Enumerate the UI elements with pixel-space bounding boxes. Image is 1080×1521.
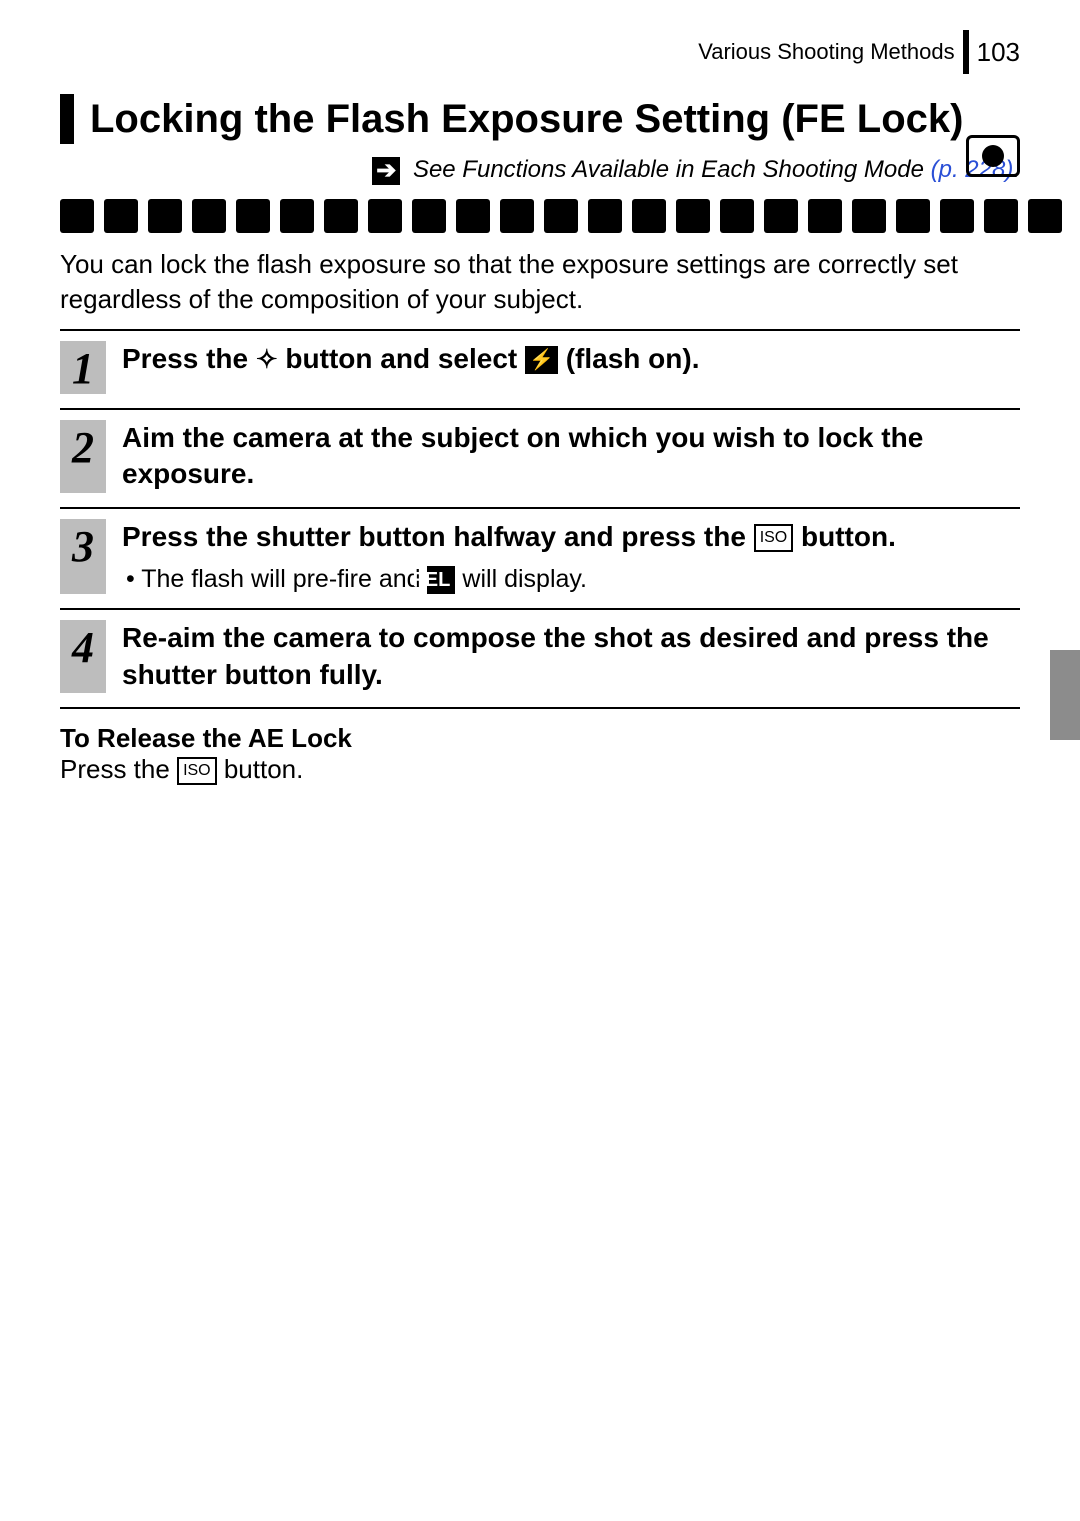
shooting-mode-icons-row bbox=[60, 199, 1020, 233]
step3-sub-post: will display. bbox=[455, 565, 587, 593]
shooting-mode-icon bbox=[984, 199, 1018, 233]
camera-mode-icon bbox=[966, 135, 1020, 177]
flash-on-icon: ⚡ bbox=[525, 346, 558, 374]
step-title: Re-aim the camera to compose the shot as… bbox=[122, 620, 1020, 693]
shooting-mode-icon bbox=[720, 199, 754, 233]
manual-page: Various Shooting Methods 103 Locking the… bbox=[0, 0, 1080, 845]
step-body: Re-aim the camera to compose the shot as… bbox=[122, 620, 1020, 693]
shooting-mode-icon bbox=[676, 199, 710, 233]
page-number: 103 bbox=[977, 37, 1020, 68]
iso-button-icon: ISO bbox=[177, 757, 217, 785]
shooting-mode-icon bbox=[412, 199, 446, 233]
step-number: 1 bbox=[60, 341, 106, 394]
section-thumb-tab bbox=[1050, 650, 1080, 740]
step3-post: button. bbox=[793, 521, 896, 552]
shooting-mode-icon bbox=[852, 199, 886, 233]
page-title: Locking the Flash Exposure Setting (FE L… bbox=[90, 94, 1020, 144]
title-accent-bar bbox=[60, 94, 74, 144]
release-pre: Press the bbox=[60, 754, 177, 784]
step-row: 3 Press the shutter button halfway and p… bbox=[60, 509, 1020, 611]
shooting-mode-icon bbox=[192, 199, 226, 233]
shooting-mode-icon bbox=[60, 199, 94, 233]
step-body: Aim the camera at the subject on which y… bbox=[122, 420, 1020, 493]
header-separator bbox=[963, 30, 969, 74]
step-body: Press the shutter button halfway and pre… bbox=[122, 519, 1020, 595]
release-title: To Release the AE Lock bbox=[60, 723, 1020, 754]
shooting-mode-icon bbox=[808, 199, 842, 233]
step-row: 2 Aim the camera at the subject on which… bbox=[60, 410, 1020, 509]
step-title: Aim the camera at the subject on which y… bbox=[122, 420, 1020, 493]
step3-sub-pre: The flash will pre-fire and bbox=[141, 565, 427, 593]
step1-post: (flash on). bbox=[558, 343, 700, 374]
page-header: Various Shooting Methods 103 bbox=[60, 30, 1020, 74]
step-substep: The flash will pre-fire and FEL will dis… bbox=[122, 565, 1020, 594]
step-body: Press the ✧ button and select ⚡ (flash o… bbox=[122, 341, 1020, 394]
shooting-mode-icon bbox=[896, 199, 930, 233]
see-also-text: See Functions Available in Each Shooting… bbox=[413, 156, 924, 183]
shooting-mode-icon bbox=[324, 199, 358, 233]
shooting-mode-icon bbox=[456, 199, 490, 233]
release-block: To Release the AE Lock Press the ISO but… bbox=[60, 723, 1020, 785]
shooting-mode-icon bbox=[236, 199, 270, 233]
shooting-mode-icon bbox=[500, 199, 534, 233]
shooting-mode-icon bbox=[104, 199, 138, 233]
title-block: Locking the Flash Exposure Setting (FE L… bbox=[60, 94, 1020, 144]
step-number: 2 bbox=[60, 420, 106, 493]
release-body: Press the ISO button. bbox=[60, 754, 1020, 785]
step-row: 4 Re-aim the camera to compose the shot … bbox=[60, 610, 1020, 709]
step-number: 4 bbox=[60, 620, 106, 693]
release-post: button. bbox=[217, 754, 304, 784]
shooting-mode-icon bbox=[940, 199, 974, 233]
step-number: 3 bbox=[60, 519, 106, 595]
intro-paragraph: You can lock the flash exposure so that … bbox=[60, 247, 1020, 317]
arrow-icon: ➔ bbox=[372, 157, 400, 185]
fel-indicator-icon: FEL bbox=[427, 566, 455, 594]
step-title: Press the shutter button halfway and pre… bbox=[122, 519, 1020, 555]
shooting-mode-icon bbox=[1028, 199, 1062, 233]
flash-button-icon: ✧ bbox=[256, 344, 278, 374]
shooting-mode-icon bbox=[280, 199, 314, 233]
step1-mid: button and select bbox=[278, 343, 525, 374]
iso-button-icon: ISO bbox=[754, 524, 794, 552]
step1-pre: Press the bbox=[122, 343, 256, 374]
step3-pre: Press the shutter button halfway and pre… bbox=[122, 521, 754, 552]
step-title: Press the ✧ button and select ⚡ (flash o… bbox=[122, 341, 1020, 377]
step-row: 1 Press the ✧ button and select ⚡ (flash… bbox=[60, 331, 1020, 410]
section-label: Various Shooting Methods bbox=[698, 39, 954, 65]
see-also-line: ➔ See Functions Available in Each Shooti… bbox=[60, 156, 1020, 185]
shooting-mode-icon bbox=[764, 199, 798, 233]
shooting-mode-icon bbox=[148, 199, 182, 233]
shooting-mode-icon bbox=[368, 199, 402, 233]
shooting-mode-icon bbox=[544, 199, 578, 233]
shooting-mode-icon bbox=[588, 199, 622, 233]
shooting-mode-icon bbox=[632, 199, 666, 233]
